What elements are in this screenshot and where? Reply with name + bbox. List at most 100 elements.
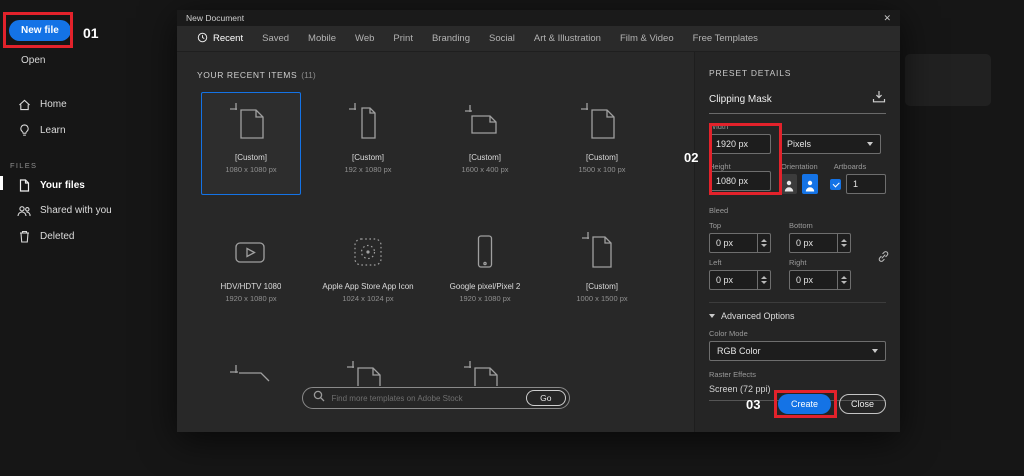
- search-input[interactable]: [331, 393, 520, 403]
- tab-mobile[interactable]: Mobile: [308, 33, 336, 44]
- tab-label: Mobile: [308, 33, 337, 44]
- advanced-options-label: Advanced Options: [721, 311, 795, 321]
- tab-saved[interactable]: Saved: [262, 33, 289, 44]
- document-page-icon: [579, 230, 625, 276]
- dialog-content: YOUR RECENT ITEMS (11) [Custom] 1080 x 10…: [177, 52, 900, 432]
- lightbulb-icon: [17, 123, 31, 137]
- artboards-input[interactable]: [846, 174, 886, 194]
- template-card-custom-1600[interactable]: [Custom] 1600 x 400 px: [435, 92, 535, 195]
- people-icon: [17, 205, 31, 217]
- tab-web[interactable]: Web: [355, 33, 374, 44]
- tab-film-video[interactable]: Film & Video: [620, 33, 674, 44]
- preset-details-header: PRESET DETAILS: [709, 68, 792, 78]
- template-name: [Custom]: [585, 282, 618, 291]
- sidebar-item-label: Learn: [40, 124, 66, 136]
- sidebar-item-home[interactable]: Home: [0, 92, 176, 117]
- document-page-icon: [345, 101, 391, 147]
- files-section-header: FILES: [10, 161, 38, 170]
- recent-items-count: (11): [301, 70, 316, 80]
- tab-recent[interactable]: Recent: [197, 32, 243, 46]
- sidebar-item-label: Shared with you: [40, 205, 112, 216]
- landscape-person-icon: [805, 180, 815, 192]
- recent-items-title: YOUR RECENT ITEMS: [197, 70, 298, 80]
- download-preset-icon[interactable]: [872, 90, 886, 108]
- trash-icon: [17, 230, 31, 243]
- tab-art-illustration[interactable]: Art & Illustration: [534, 33, 601, 44]
- stepper-arrows-icon[interactable]: [757, 271, 770, 289]
- dialog-title: New Document: [186, 13, 245, 23]
- annotation-step3-number: 03: [746, 397, 761, 412]
- template-card-hdv[interactable]: HDV/HDTV 1080 1920 x 1080 px: [201, 221, 301, 324]
- template-name: [Custom]: [351, 153, 384, 162]
- template-card-pixel[interactable]: Google pixel/Pixel 2 1920 x 1080 px: [435, 221, 535, 324]
- section-divider: [709, 302, 886, 303]
- stepper-arrows-icon[interactable]: [757, 234, 770, 252]
- stepper-arrows-icon[interactable]: [837, 271, 850, 289]
- color-mode-label: Color Mode: [709, 329, 748, 338]
- template-card-custom-1000[interactable]: [Custom] 1000 x 1500 px: [552, 221, 652, 324]
- dialog-close-icon[interactable]: ✕: [883, 13, 891, 24]
- bleed-left-label: Left: [709, 258, 722, 267]
- tab-social[interactable]: Social: [489, 33, 515, 44]
- template-size: 1920 x 1080 px: [459, 294, 511, 303]
- bleed-bottom-stepper[interactable]: 0 px: [789, 233, 851, 253]
- document-page-icon: [228, 359, 274, 386]
- color-mode-select[interactable]: RGB Color: [709, 341, 886, 361]
- template-name: Google pixel/Pixel 2: [449, 282, 521, 291]
- close-button[interactable]: Close: [838, 394, 886, 414]
- template-card-partial[interactable]: [201, 350, 301, 386]
- tab-label: Web: [355, 33, 375, 44]
- tab-free-templates[interactable]: Free Templates: [693, 33, 758, 44]
- template-size: 1080 x 1080 px: [225, 165, 277, 174]
- template-card-custom-1080[interactable]: [Custom] 1080 x 1080 px: [201, 92, 301, 195]
- orientation-landscape-button[interactable]: [802, 174, 818, 194]
- bleed-link-icon[interactable]: [877, 250, 890, 268]
- template-name: [Custom]: [468, 153, 501, 162]
- stepper-arrows-icon[interactable]: [837, 234, 850, 252]
- template-card-custom-1500[interactable]: [Custom] 1500 x 100 px: [552, 92, 652, 195]
- tab-label: Recent: [213, 33, 244, 44]
- template-name: Apple App Store App Icon: [322, 282, 414, 291]
- app-sidebar: New file Open Home Learn FILES Your file…: [0, 0, 176, 476]
- sidebar-item-learn[interactable]: Learn: [0, 117, 176, 143]
- phone-icon: [462, 230, 508, 276]
- bleed-left-stepper[interactable]: 0 px: [709, 270, 771, 290]
- tab-label: Branding: [431, 33, 470, 44]
- template-card-partial[interactable]: [435, 350, 535, 386]
- sidebar-item-shared[interactable]: Shared with you: [0, 198, 176, 223]
- preset-name-field[interactable]: Clipping Mask: [709, 90, 886, 114]
- bleed-top-stepper[interactable]: 0 px: [709, 233, 771, 253]
- background-panel: [905, 54, 991, 106]
- bleed-top-value: 0 px: [716, 238, 734, 248]
- video-play-icon: [228, 230, 274, 276]
- sidebar-item-your-files[interactable]: Your files: [0, 172, 176, 198]
- artboards-checkbox[interactable]: [830, 178, 841, 190]
- template-card-app-store[interactable]: Apple App Store App Icon 1024 x 1024 px: [318, 221, 418, 324]
- tab-label: Free Templates: [692, 33, 758, 44]
- bleed-left-value: 0 px: [716, 275, 734, 285]
- annotation-box-step1: [3, 12, 73, 48]
- bleed-right-label: Right: [789, 258, 807, 267]
- go-button[interactable]: Go: [526, 390, 566, 406]
- template-card-partial[interactable]: [318, 350, 418, 386]
- tab-label: Film & Video: [619, 33, 674, 44]
- new-document-dialog: New Document ✕ Recent Saved Mobile Web P…: [177, 10, 900, 432]
- document-page-icon: [228, 101, 274, 147]
- document-page-icon: [462, 359, 508, 386]
- orientation-portrait-button[interactable]: [781, 174, 797, 194]
- units-value: Pixels: [787, 139, 812, 149]
- tab-print[interactable]: Print: [393, 33, 413, 44]
- units-select[interactable]: Pixels: [779, 134, 881, 154]
- bleed-right-stepper[interactable]: 0 px: [789, 270, 851, 290]
- sidebar-item-deleted[interactable]: Deleted: [0, 223, 176, 249]
- open-button[interactable]: Open: [21, 55, 45, 66]
- template-card-custom-192[interactable]: [Custom] 192 x 1080 px: [318, 92, 418, 195]
- orientation-label: Orientation: [781, 162, 818, 171]
- bleed-right-value: 0 px: [796, 275, 814, 285]
- advanced-options-toggle[interactable]: Advanced Options: [709, 311, 886, 321]
- artboards-label: Artboards: [833, 162, 867, 171]
- template-search-bar[interactable]: Go: [301, 387, 570, 409]
- tab-label: Print: [393, 33, 413, 44]
- annotation-box-step3: [774, 390, 837, 418]
- tab-branding[interactable]: Branding: [432, 33, 470, 44]
